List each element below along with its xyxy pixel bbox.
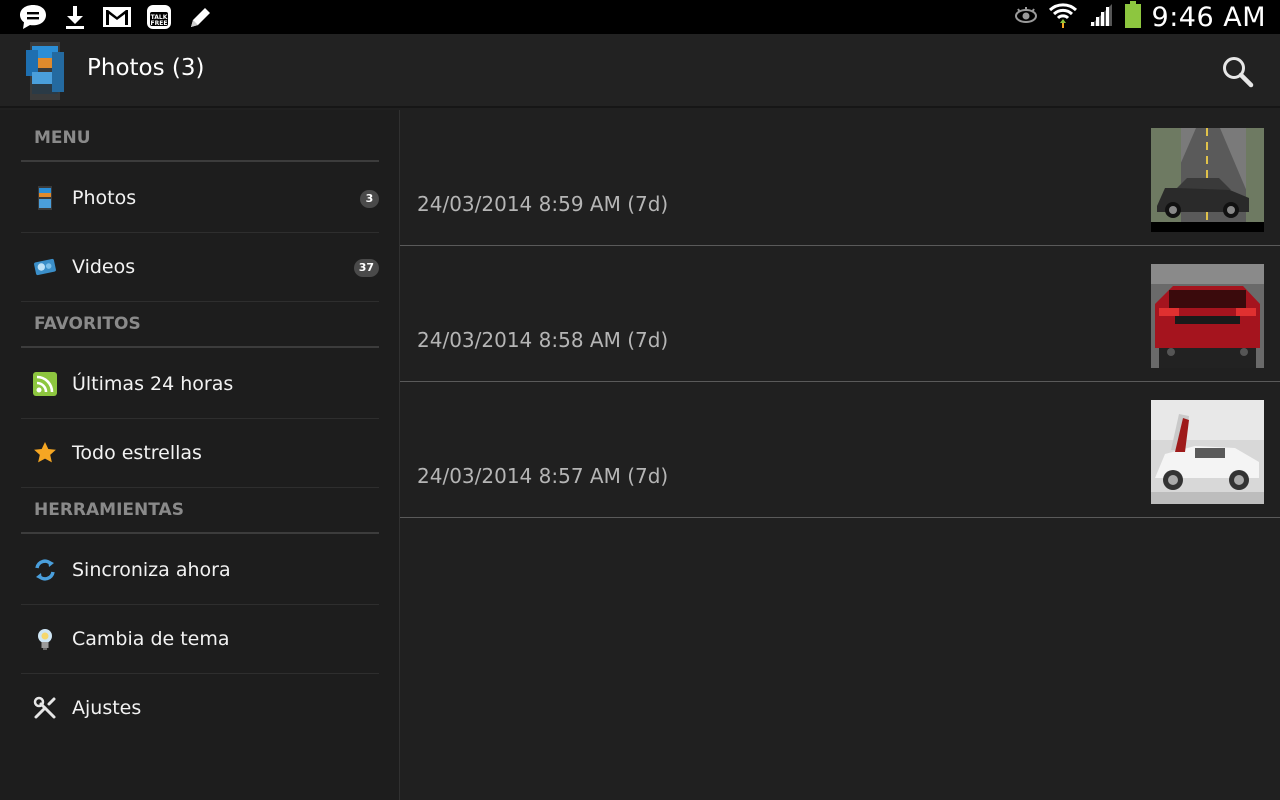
nav-item-videos[interactable]: Videos 37 bbox=[21, 233, 379, 302]
nav-label: Todo estrellas bbox=[72, 442, 202, 464]
section-header-favoritos: FAVORITOS bbox=[21, 296, 379, 348]
nav-item-cambia-de-tema[interactable]: Cambia de tema bbox=[21, 605, 379, 674]
status-bar: TALK FREE 9:46 AM bbox=[0, 0, 1280, 34]
count-badge: 37 bbox=[353, 259, 379, 277]
tools-icon bbox=[33, 696, 57, 720]
nav-label: Sincroniza ahora bbox=[72, 559, 231, 581]
nav-label: Cambia de tema bbox=[72, 628, 230, 650]
photo-thumbnail[interactable] bbox=[1151, 264, 1264, 368]
photo-list: 24/03/2014 8:59 AM (7d) 24/03/2014 8:58 … bbox=[400, 110, 1280, 800]
nav-label: Videos bbox=[72, 256, 136, 278]
pencil-icon bbox=[186, 3, 216, 31]
photo-thumbnail[interactable] bbox=[1151, 128, 1264, 232]
nav-label: Últimas 24 horas bbox=[72, 373, 234, 395]
nav-item-photos[interactable]: Photos 3 bbox=[21, 164, 379, 233]
count-badge: 3 bbox=[360, 190, 379, 208]
photos-icon bbox=[33, 186, 57, 210]
sync-icon bbox=[33, 558, 57, 582]
download-icon bbox=[60, 3, 90, 31]
search-icon bbox=[1223, 57, 1254, 88]
photo-date: 24/03/2014 8:57 AM (7d) bbox=[417, 464, 669, 488]
nav-item-sincroniza-ahora[interactable]: Sincroniza ahora bbox=[21, 536, 379, 605]
status-clock: 9:46 AM bbox=[1151, 1, 1266, 33]
nav-label: Photos bbox=[72, 187, 137, 209]
app-logo-icon[interactable] bbox=[22, 40, 68, 102]
talkfree-icon: TALK FREE bbox=[144, 3, 174, 31]
photo-thumbnail[interactable] bbox=[1151, 400, 1264, 504]
search-button[interactable] bbox=[1218, 52, 1258, 92]
videos-icon bbox=[33, 255, 57, 279]
page-title: Photos (3) bbox=[87, 55, 205, 81]
battery-icon bbox=[1124, 1, 1142, 33]
message-icon bbox=[18, 3, 48, 31]
rss-icon bbox=[33, 372, 57, 396]
section-header-menu: MENU bbox=[21, 110, 379, 162]
wifi-icon bbox=[1048, 1, 1078, 33]
photo-date: 24/03/2014 8:58 AM (7d) bbox=[417, 328, 669, 352]
nav-item-todo-estrellas[interactable]: Todo estrellas bbox=[21, 419, 379, 488]
nav-item-ultimas-24-horas[interactable]: Últimas 24 horas bbox=[21, 350, 379, 419]
photo-date: 24/03/2014 8:59 AM (7d) bbox=[417, 192, 669, 216]
nav-label: Ajustes bbox=[72, 697, 142, 719]
action-bar: Photos (3) bbox=[0, 34, 1280, 108]
list-item[interactable]: 24/03/2014 8:58 AM (7d) bbox=[400, 246, 1280, 382]
section-header-herramientas: HERRAMIENTAS bbox=[21, 482, 379, 534]
signal-icon bbox=[1088, 2, 1114, 32]
navigation-drawer: MENU Photos 3 Videos 37 FAVORITOS Última… bbox=[0, 110, 400, 800]
lightbulb-icon bbox=[33, 627, 57, 651]
list-item[interactable]: 24/03/2014 8:59 AM (7d) bbox=[400, 110, 1280, 246]
list-item[interactable]: 24/03/2014 8:57 AM (7d) bbox=[400, 382, 1280, 518]
gmail-icon bbox=[102, 3, 132, 31]
svg-text:FREE: FREE bbox=[151, 20, 168, 27]
nav-item-ajustes[interactable]: Ajustes bbox=[21, 674, 379, 743]
star-icon bbox=[33, 441, 57, 465]
eye-icon bbox=[1014, 5, 1038, 29]
